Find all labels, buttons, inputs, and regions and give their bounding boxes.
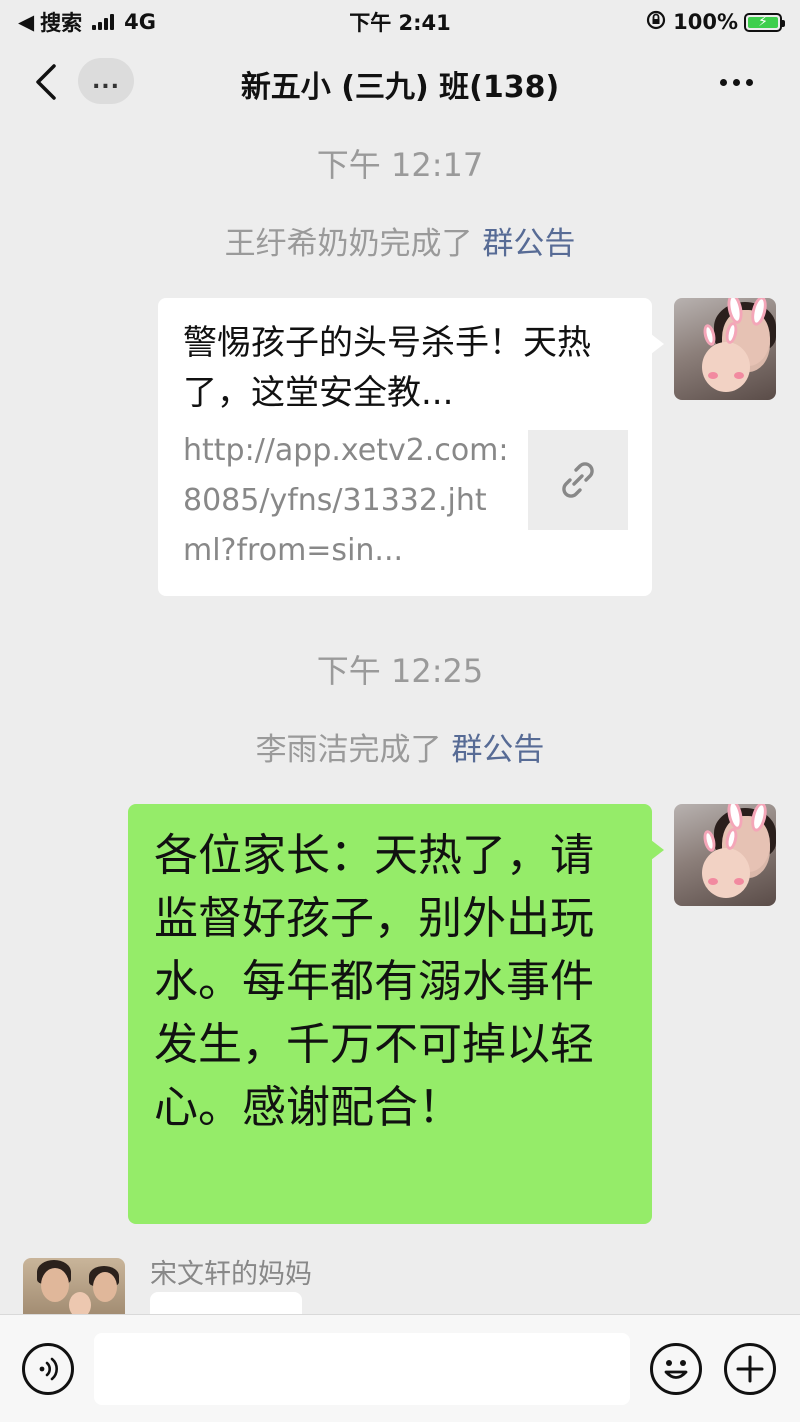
more-dots-icon: [720, 78, 727, 86]
group-notice-link[interactable]: 群公告: [482, 226, 575, 262]
link-card-title: 警惕孩子的头号杀手！天热了，这堂安全教...: [183, 323, 591, 413]
back-to-app-label[interactable]: 搜索: [40, 7, 82, 37]
plus-icon: [736, 1355, 764, 1383]
system-message-text: 王纡希奶奶完成了: [224, 226, 473, 262]
link-card-url: http://app.xetv2.com:8085/yfns/31332.jht…: [183, 433, 509, 568]
battery-icon: ⚡: [744, 12, 785, 32]
status-right: 100% ⚡: [645, 9, 785, 36]
orientation-lock-icon: [645, 9, 667, 36]
sender-avatar[interactable]: [23, 1258, 125, 1318]
system-message: 王纡希奶奶完成了 群公告: [0, 218, 800, 263]
network-label: 4G: [124, 10, 157, 34]
input-bar: [0, 1314, 800, 1422]
status-bar: ◀ 搜索 4G 下午 2:41 100% ⚡: [0, 0, 800, 44]
voice-button[interactable]: [22, 1343, 74, 1395]
system-message-text: 李雨洁完成了: [255, 732, 442, 768]
more-actions-button[interactable]: [724, 1343, 776, 1395]
group-notice-link[interactable]: 群公告: [451, 732, 544, 768]
signal-icon: [92, 14, 115, 30]
text-message[interactable]: 各位家长：天热了，请监督好孩子，别外出玩水。每年都有溺水事件发生，千万不可掉以轻…: [128, 804, 664, 1224]
system-message: 李雨洁完成了 群公告: [0, 724, 800, 769]
back-to-app-icon[interactable]: ◀: [18, 10, 34, 34]
message-text: 各位家长：天热了，请监督好孩子，别外出玩水。每年都有溺水事件发生，千万不可掉以轻…: [154, 830, 594, 1133]
more-button[interactable]: [720, 70, 760, 94]
message-input[interactable]: [94, 1333, 630, 1405]
nav-bar: ... 新五小 (三九) 班(138): [0, 44, 800, 122]
timestamp: 下午 12:17: [316, 146, 484, 184]
voice-icon: [39, 1357, 58, 1381]
avatar[interactable]: [674, 804, 776, 906]
battery-percent: 100%: [673, 10, 738, 34]
link-icon: [562, 462, 594, 498]
avatar[interactable]: [674, 298, 776, 400]
link-thumbnail: [528, 430, 628, 530]
link-card-message[interactable]: 警惕孩子的头号杀手！天热了，这堂安全教... http://app.xetv2.…: [158, 298, 664, 596]
status-left: ◀ 搜索 4G: [18, 7, 156, 37]
sender-name: 宋文轩的妈妈: [150, 1259, 312, 1290]
timestamp: 下午 12:25: [316, 652, 484, 690]
chat-title: 新五小 (三九) 班(138): [240, 70, 560, 105]
emoji-icon: [664, 1360, 688, 1379]
emoji-button[interactable]: [650, 1343, 702, 1395]
